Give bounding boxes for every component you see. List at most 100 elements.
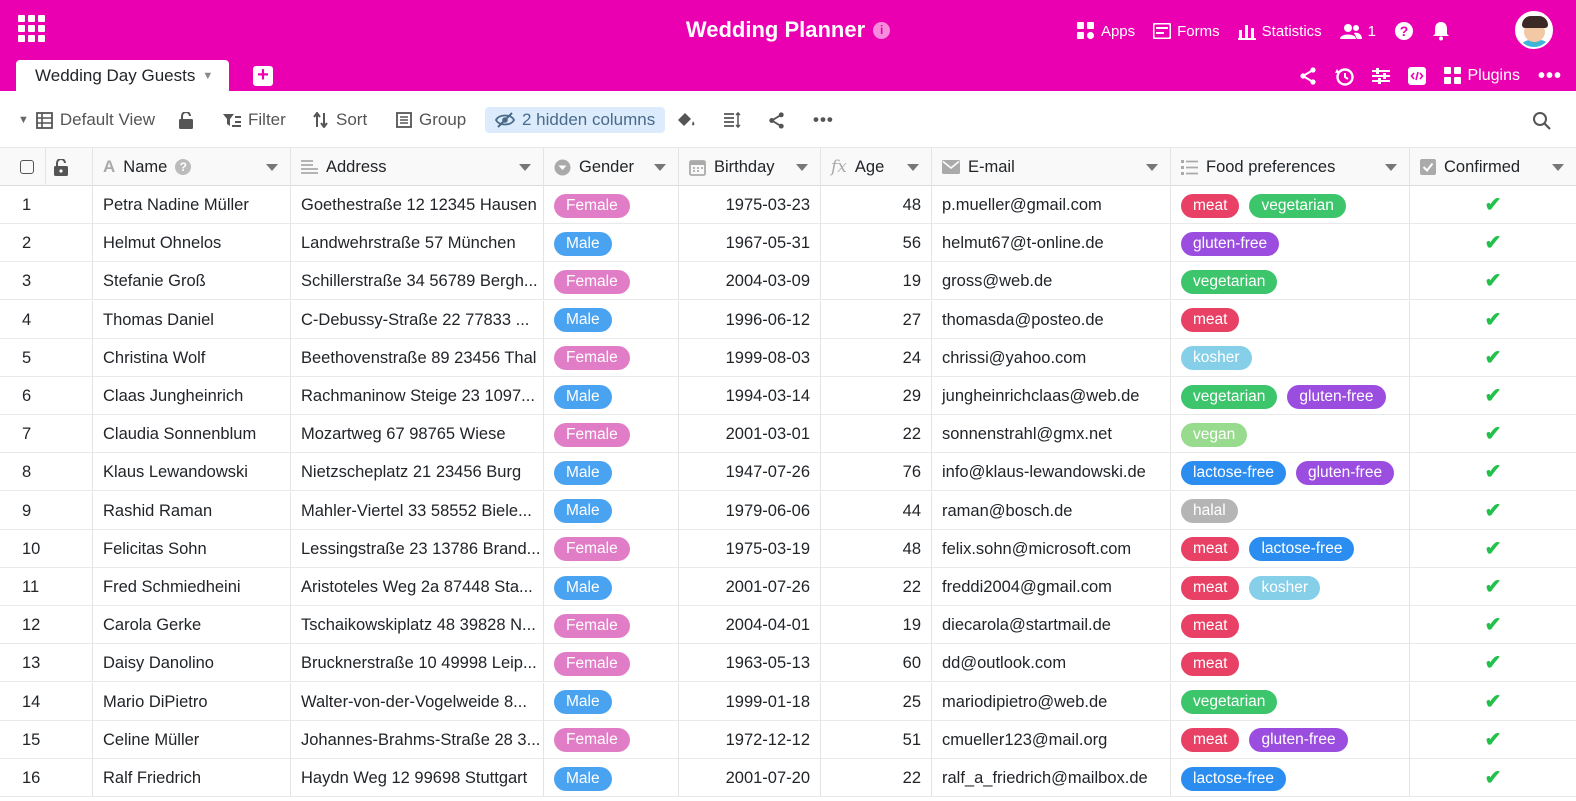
- notifications-button[interactable]: [1432, 21, 1450, 41]
- cell-email[interactable]: diecarola@startmail.de: [932, 606, 1171, 645]
- cell-gender[interactable]: Female: [544, 262, 679, 301]
- lock-view-button[interactable]: [179, 107, 193, 133]
- plugins-button[interactable]: Plugins: [1443, 67, 1520, 85]
- table-row[interactable]: 4 Thomas Daniel C-Debussy-Straße 22 77833 …: [0, 300, 1576, 339]
- cell-email[interactable]: p.mueller@gmail.com: [932, 186, 1171, 224]
- table-row[interactable]: 10 Felicitas Sohn Lessingstraße 23 13786 B…: [0, 529, 1576, 568]
- cell-age[interactable]: 27: [821, 300, 932, 339]
- cell-name[interactable]: Stefanie Groß: [93, 262, 291, 301]
- cell-name[interactable]: Celine Müller: [93, 720, 291, 759]
- cell-age[interactable]: 56: [821, 224, 932, 263]
- cell-n[interactable]: 4: [0, 300, 93, 339]
- cell-food[interactable]: meat: [1171, 300, 1410, 339]
- table-row[interactable]: 2 Helmut Ohnelos Landwehrstraße 57 München…: [0, 224, 1576, 263]
- chevron-down-icon[interactable]: [519, 164, 531, 171]
- cell-address[interactable]: Tschaikowskiplatz 48 39828 N...: [291, 606, 544, 645]
- cell-food[interactable]: vegan: [1171, 415, 1410, 454]
- cell-email[interactable]: mariodipietro@web.de: [932, 682, 1171, 721]
- cell-age[interactable]: 76: [821, 453, 932, 492]
- column-header-email[interactable]: E-mail: [932, 148, 1171, 186]
- cell-age[interactable]: 29: [821, 377, 932, 415]
- search-button[interactable]: [1532, 107, 1551, 133]
- cell-food[interactable]: meat kosher: [1171, 568, 1410, 606]
- cell-n[interactable]: 7: [0, 415, 93, 454]
- cell-email[interactable]: dd@outlook.com: [932, 644, 1171, 683]
- share-icon[interactable]: [1299, 67, 1317, 85]
- cell-food[interactable]: halal: [1171, 491, 1410, 530]
- chevron-down-icon[interactable]: [796, 164, 808, 171]
- table-row[interactable]: 6 Claas Jungheinrich Rachmaninow Steige 23…: [0, 377, 1576, 415]
- cell-gender[interactable]: Female: [544, 529, 679, 568]
- cell-gender[interactable]: Female: [544, 644, 679, 683]
- help-button[interactable]: ?: [1394, 21, 1414, 41]
- table-row[interactable]: 16 Ralf Friedrich Haydn Weg 12 99698 Stutt…: [0, 759, 1576, 797]
- info-icon[interactable]: i: [873, 22, 891, 39]
- cell-address[interactable]: Walter-von-der-Vogelweide 8...: [291, 682, 544, 721]
- more-options-icon[interactable]: •••: [1538, 65, 1562, 88]
- statistics-button[interactable]: Statistics: [1237, 23, 1322, 40]
- add-table-icon[interactable]: +: [253, 65, 273, 86]
- cell-address[interactable]: Haydn Weg 12 99698 Stuttgart: [291, 759, 544, 797]
- base-title[interactable]: Wedding Planner: [686, 17, 865, 42]
- chevron-down-icon[interactable]: [1552, 164, 1564, 171]
- cell-name[interactable]: Petra Nadine Müller: [93, 186, 291, 224]
- tab-wedding-day-guests[interactable]: Wedding Day Guests ▼: [16, 60, 229, 91]
- cell-birthday[interactable]: 1975-03-19: [679, 529, 821, 568]
- cell-address[interactable]: Johannes-Brahms-Straße 28 3...: [291, 720, 544, 759]
- cell-name[interactable]: Daisy Danolino: [93, 644, 291, 683]
- cell-confirmed[interactable]: ✔: [1410, 530, 1576, 568]
- cell-name[interactable]: Claas Jungheinrich: [93, 377, 291, 415]
- view-selector[interactable]: ▼ Default View: [18, 107, 155, 133]
- row-height-button[interactable]: [723, 107, 741, 133]
- cell-food[interactable]: meat gluten-free: [1171, 720, 1410, 759]
- cell-confirmed[interactable]: ✔: [1410, 721, 1576, 759]
- cell-name[interactable]: Helmut Ohnelos: [93, 224, 291, 263]
- cell-n[interactable]: 6: [0, 377, 93, 415]
- cell-age[interactable]: 51: [821, 720, 932, 759]
- cell-name[interactable]: Christina Wolf: [93, 338, 291, 377]
- cell-name[interactable]: Mario DiPietro: [93, 682, 291, 721]
- cell-name[interactable]: Carola Gerke: [93, 606, 291, 645]
- cell-gender[interactable]: Female: [544, 415, 679, 454]
- cell-email[interactable]: info@klaus-lewandowski.de: [932, 453, 1171, 492]
- cell-food[interactable]: meat: [1171, 644, 1410, 683]
- cell-birthday[interactable]: 2004-03-09: [679, 262, 821, 301]
- cell-confirmed[interactable]: ✔: [1410, 759, 1576, 797]
- cell-n[interactable]: 10: [0, 529, 93, 568]
- row-color-button[interactable]: [677, 107, 696, 133]
- cell-address[interactable]: Rachmaninow Steige 23 1097...: [291, 377, 544, 415]
- cell-age[interactable]: 60: [821, 644, 932, 683]
- cell-confirmed[interactable]: ✔: [1410, 186, 1576, 224]
- cell-confirmed[interactable]: ✔: [1410, 683, 1576, 721]
- cell-gender[interactable]: Female: [544, 606, 679, 645]
- table-row[interactable]: 5 Christina Wolf Beethovenstraße 89 23456 …: [0, 338, 1576, 377]
- cell-n[interactable]: 15: [0, 720, 93, 759]
- filter-button[interactable]: Filter: [223, 107, 286, 133]
- cell-age[interactable]: 25: [821, 682, 932, 721]
- cell-address[interactable]: Nietzscheplatz 21 23456 Burg: [291, 453, 544, 492]
- lock-icon[interactable]: [46, 148, 93, 186]
- forms-button[interactable]: Forms: [1153, 23, 1220, 40]
- cell-name[interactable]: Klaus Lewandowski: [93, 453, 291, 492]
- cell-gender[interactable]: Male: [544, 682, 679, 721]
- cell-birthday[interactable]: 1967-05-31: [679, 224, 821, 263]
- cell-n[interactable]: 5: [0, 338, 93, 377]
- cell-confirmed[interactable]: ✔: [1410, 339, 1576, 377]
- table-row[interactable]: 7 Claudia Sonnenblum Mozartweg 67 98765 Wi…: [0, 415, 1576, 454]
- cell-age[interactable]: 44: [821, 491, 932, 530]
- chevron-down-icon[interactable]: [1146, 164, 1158, 171]
- collaborators-button[interactable]: 1: [1339, 23, 1376, 40]
- cell-name[interactable]: Rashid Raman: [93, 491, 291, 530]
- cell-email[interactable]: chrissi@yahoo.com: [932, 338, 1171, 377]
- cell-gender[interactable]: Female: [544, 720, 679, 759]
- column-header-name[interactable]: A Name ?: [93, 148, 291, 186]
- cell-age[interactable]: 19: [821, 606, 932, 645]
- chevron-down-icon[interactable]: [907, 164, 919, 171]
- cell-gender[interactable]: Female: [544, 338, 679, 377]
- group-button[interactable]: Group: [396, 107, 466, 133]
- chevron-down-icon[interactable]: [654, 164, 666, 171]
- cell-age[interactable]: 22: [821, 759, 932, 797]
- column-header-confirmed[interactable]: Confirmed: [1410, 148, 1576, 186]
- column-header-address[interactable]: Address: [291, 148, 544, 186]
- table-row[interactable]: 13 Daisy Danolino Brucknerstraße 10 49998 …: [0, 644, 1576, 683]
